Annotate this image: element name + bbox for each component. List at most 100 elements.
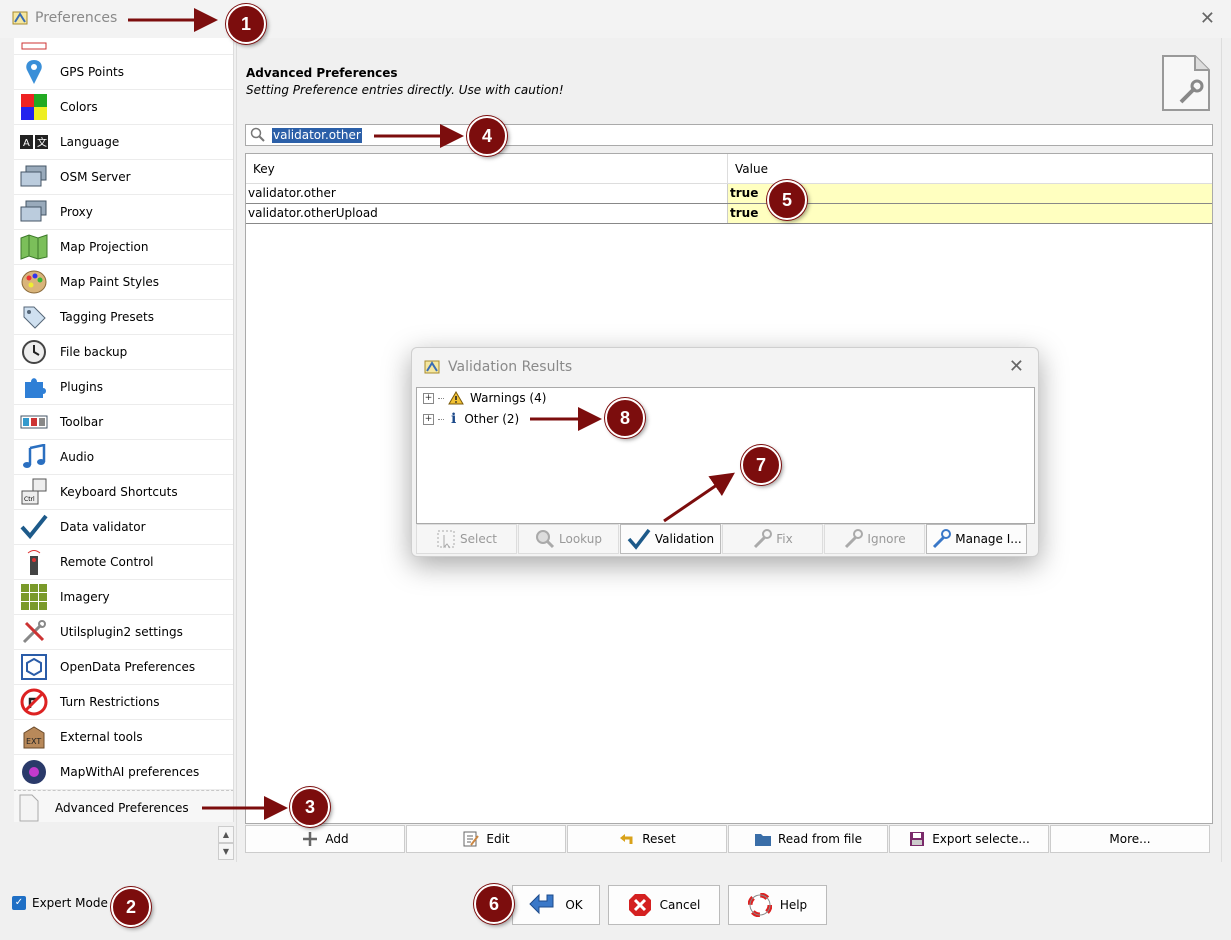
expert-mode-checkbox[interactable]: ✓ Expert Mode [12, 896, 108, 910]
search-value: validator.other [272, 128, 362, 143]
add-button[interactable]: Add [245, 825, 405, 853]
tree-node-warnings[interactable]: + Warnings (4) [423, 391, 546, 405]
sidebar-item-remote-control[interactable]: Remote Control [14, 545, 233, 580]
sidebar-item-gps-points[interactable]: GPS Points [14, 55, 233, 90]
sidebar-item-label: Audio [60, 450, 95, 464]
scroll-up-icon[interactable]: ▲ [218, 826, 234, 843]
cancel-label: Cancel [659, 898, 701, 912]
sidebar-item-label: Imagery [60, 590, 110, 604]
sidebar-item-label: File backup [60, 345, 128, 359]
document-wrench-icon [1162, 55, 1210, 111]
remote-icon [18, 547, 50, 577]
sidebar-item-plugins[interactable]: Plugins [14, 370, 233, 405]
tag-icon [18, 302, 50, 332]
sidebar-item-audio[interactable]: Audio [14, 440, 233, 475]
sidebar-item-file-backup[interactable]: File backup [14, 335, 233, 370]
cell-key[interactable]: validator.other [246, 184, 728, 203]
reset-button[interactable]: Reset [567, 825, 727, 853]
wrench-icon [752, 529, 773, 549]
select-button[interactable]: Select [416, 524, 517, 554]
annotation-badge-7: 7 [741, 445, 781, 485]
sidebar-scrollbar[interactable]: ▲ ▼ [218, 826, 234, 864]
annotation-badge-6: 6 [474, 884, 514, 924]
sidebar-item-advanced-preferences[interactable]: Advanced Preferences [14, 790, 233, 822]
puzzle-icon [18, 372, 50, 402]
sidebar-item-external-tools[interactable]: EXT External tools [14, 720, 233, 755]
edit-button[interactable]: Edit [406, 825, 566, 853]
validation-button[interactable]: Validation [620, 524, 721, 554]
sidebar-item-partial[interactable] [14, 38, 233, 55]
mapwithai-icon [18, 757, 50, 787]
manage-ignore-button[interactable]: Manage I... [926, 524, 1027, 554]
export-selected-button[interactable]: Export selecte... [889, 825, 1049, 853]
cell-key[interactable]: validator.otherUpload [246, 204, 728, 223]
column-header-key[interactable]: Key [246, 154, 728, 183]
tools-icon [18, 617, 50, 647]
cancel-button[interactable]: Cancel [608, 885, 720, 925]
table-row[interactable]: validator.otherUpload true [246, 204, 1212, 224]
column-header-value[interactable]: Value [728, 154, 775, 183]
help-button[interactable]: Help [728, 885, 827, 925]
expand-icon[interactable]: + [423, 413, 434, 425]
table-row[interactable]: validator.other true [246, 184, 1212, 204]
turn-restriction-icon [18, 687, 50, 717]
wrench-blue-icon [931, 529, 952, 549]
gps-pin-icon [18, 57, 50, 87]
reset-icon [618, 830, 636, 848]
sidebar-item-toolbar[interactable]: Toolbar [14, 405, 233, 440]
manage-ignore-button-label: Manage I... [955, 532, 1022, 546]
sidebar-item-label: OpenData Preferences [60, 660, 196, 674]
tree-node-label: Warnings (4) [470, 391, 547, 405]
sidebar-item-imagery[interactable]: Imagery [14, 580, 233, 615]
ok-button[interactable]: OK [512, 885, 600, 925]
annotation-badge-5: 5 [767, 180, 807, 220]
ignore-button[interactable]: Ignore [824, 524, 925, 554]
sidebar-item-mapwithai[interactable]: MapWithAI preferences [14, 755, 233, 790]
ext-icon: EXT [18, 722, 50, 752]
colors-icon [18, 92, 50, 122]
window-title: Preferences [35, 10, 118, 26]
validation-dialog-title: Validation Results [448, 359, 573, 375]
more-button[interactable]: More... [1050, 825, 1210, 853]
sidebar-item-turn-restrictions[interactable]: Turn Restrictions [14, 685, 233, 720]
clock-icon [18, 337, 50, 367]
close-icon[interactable]: ✕ [1200, 8, 1215, 29]
select-icon [436, 529, 456, 549]
expand-icon[interactable]: + [423, 392, 434, 404]
validation-button-bar: Select Lookup Validation Fix Ignore Mana… [416, 524, 1028, 554]
cancel-icon [628, 893, 652, 917]
sidebar-item-data-validator[interactable]: Data validator [14, 510, 233, 545]
window-titlebar: Preferences ✕ [0, 0, 1231, 38]
sidebar-item-map-paint-styles[interactable]: Map Paint Styles [14, 265, 233, 300]
more-button-label: More... [1109, 832, 1151, 846]
sidebar-item-opendata[interactable]: OpenData Preferences [14, 650, 233, 685]
sidebar-item-language[interactable]: A文 Language [14, 125, 233, 160]
sidebar-item-label: Colors [60, 100, 98, 114]
sidebar-item-utilsplugin2[interactable]: Utilsplugin2 settings [14, 615, 233, 650]
tree-node-other[interactable]: + i Other (2) [423, 411, 519, 427]
scroll-down-icon[interactable]: ▼ [218, 843, 234, 860]
fix-button[interactable]: Fix [722, 524, 823, 554]
server-icon [18, 162, 50, 192]
checkbox-checked-icon[interactable]: ✓ [12, 896, 26, 910]
read-from-file-button[interactable]: Read from file [728, 825, 888, 853]
annotation-badge-4: 4 [467, 116, 507, 156]
search-input[interactable]: validator.other [245, 124, 1213, 146]
sidebar-item-osm-server[interactable]: OSM Server [14, 160, 233, 195]
sidebar-item-keyboard-shortcuts[interactable]: Ctrl Keyboard Shortcuts [14, 475, 233, 510]
info-icon: i [451, 411, 457, 427]
sidebar-item-map-projection[interactable]: Map Projection [14, 230, 233, 265]
proxy-icon [18, 197, 50, 227]
magnifier-icon [535, 529, 555, 549]
checkmark-icon [627, 528, 651, 550]
sidebar-item-colors[interactable]: Colors [14, 90, 233, 125]
svg-text:文: 文 [37, 136, 47, 149]
sidebar-item-proxy[interactable]: Proxy [14, 195, 233, 230]
close-icon[interactable]: ✕ [1009, 356, 1024, 377]
reset-button-label: Reset [642, 832, 676, 846]
table-header: Key Value [246, 154, 1212, 184]
lookup-button[interactable]: Lookup [518, 524, 619, 554]
add-button-label: Add [325, 832, 349, 846]
preferences-sidebar: GPS Points Colors A文 Language OSM Server… [14, 38, 234, 822]
sidebar-item-tagging-presets[interactable]: Tagging Presets [14, 300, 233, 335]
